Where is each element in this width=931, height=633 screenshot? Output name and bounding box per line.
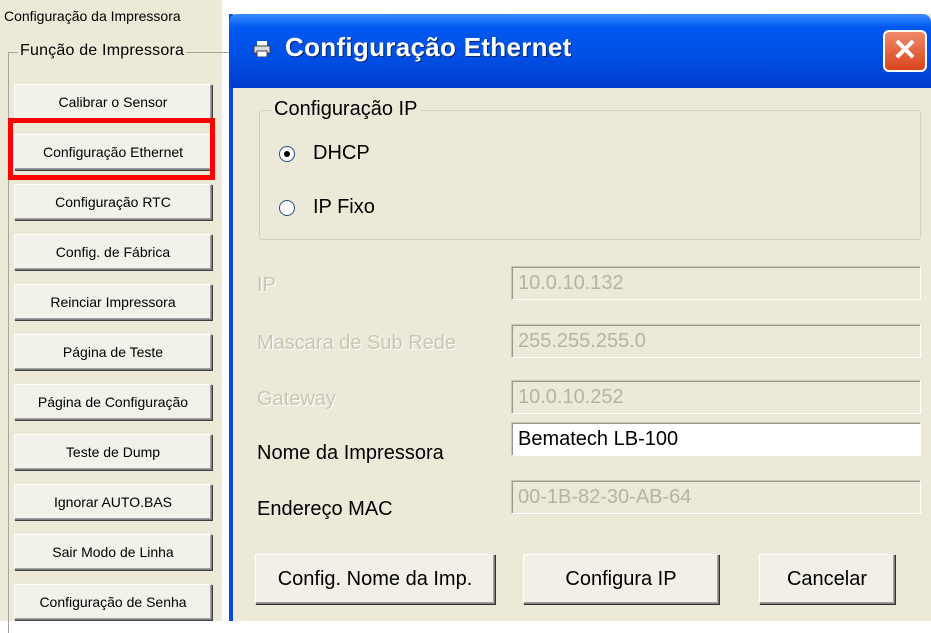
printer-name-label: Nome da Impressora [257, 442, 444, 464]
exit-line-mode-button[interactable]: Sair Modo de Linha [14, 534, 212, 570]
factory-config-button[interactable]: Config. de Fábrica [14, 234, 212, 270]
dhcp-label: DHCP [313, 142, 370, 164]
printer-name-field[interactable] [511, 422, 921, 456]
dialog-body: Configuração IP DHCP IP Fixo IP Mascara … [233, 88, 931, 621]
dialog-title: Configuração Ethernet [285, 32, 572, 62]
mac-address-field[interactable] [511, 480, 921, 514]
fixed-ip-label: IP Fixo [313, 196, 375, 218]
subnet-mask-label: Mascara de Sub Rede [257, 332, 457, 354]
close-icon: ✕ [892, 34, 918, 67]
config-page-button[interactable]: Página de Configuração [14, 384, 212, 420]
mac-address-label: Endereço MAC [257, 498, 393, 520]
ignore-autobas-button[interactable]: Ignorar AUTO.BAS [14, 484, 212, 520]
cancel-button[interactable]: Cancelar [759, 554, 895, 604]
dhcp-radio-option[interactable]: DHCP [279, 142, 370, 165]
dump-test-button[interactable]: Teste de Dump [14, 434, 212, 470]
configure-ip-button[interactable]: Configura IP [523, 554, 719, 604]
printer-icon [253, 41, 271, 57]
ip-config-group [259, 110, 921, 240]
password-config-button[interactable]: Configuração de Senha [14, 584, 212, 620]
ip-config-group-label: Configuração IP [271, 98, 421, 121]
gateway-label: Gateway [257, 388, 336, 410]
ip-label: IP [257, 274, 276, 296]
dialog-title-bar[interactable]: Configuração Ethernet ✕ [229, 14, 931, 88]
ip-field[interactable] [511, 266, 921, 300]
fixed-ip-radio-option[interactable]: IP Fixo [279, 196, 375, 219]
gateway-field[interactable] [511, 380, 921, 414]
fixed-ip-radio[interactable] [279, 199, 295, 216]
dhcp-radio[interactable] [279, 145, 295, 162]
calibrate-sensor-button[interactable]: Calibrar o Sensor [14, 84, 212, 120]
config-printer-name-button[interactable]: Config. Nome da Imp. [255, 554, 495, 604]
close-button[interactable]: ✕ [883, 30, 927, 72]
panel-title: Configuração da Impressora [4, 8, 181, 24]
highlight-annotation-box [8, 118, 215, 180]
printer-config-panel: Configuração da Impressora Função de Imp… [0, 0, 231, 633]
restart-printer-button[interactable]: Reinciar Impressora [14, 284, 212, 320]
printer-function-group-label: Função de Impressora [18, 42, 187, 60]
subnet-mask-field[interactable] [511, 324, 921, 358]
test-page-button[interactable]: Página de Teste [14, 334, 212, 370]
rtc-config-button[interactable]: Configuração RTC [14, 184, 212, 220]
